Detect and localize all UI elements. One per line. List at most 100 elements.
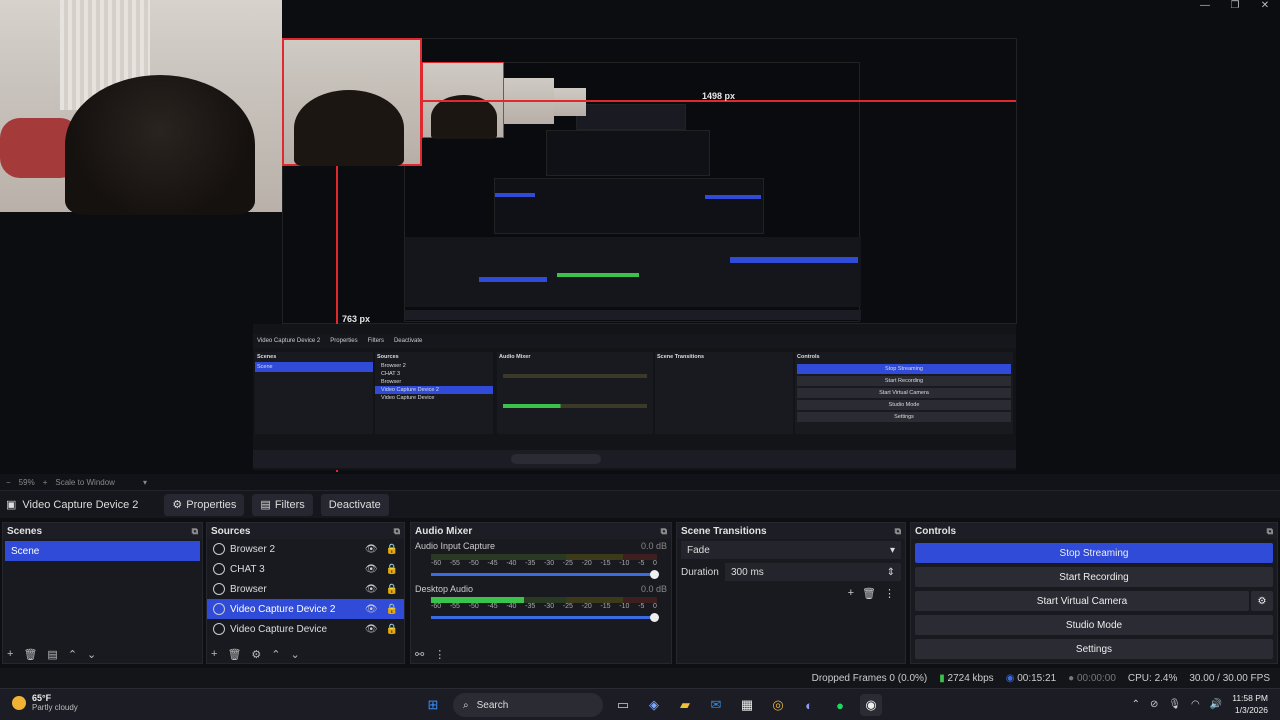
lock-icon[interactable]: 🔒 xyxy=(386,584,398,595)
eye-icon[interactable]: 👁 xyxy=(365,564,378,575)
zoom-out-icon[interactable]: − xyxy=(6,478,11,487)
copilot-icon[interactable]: ◈ xyxy=(643,694,665,716)
windows-start-icon[interactable]: ⊞ xyxy=(422,694,444,716)
context-source: ▣ Video Capture Device 2 xyxy=(6,498,156,512)
nested-filters: Filters xyxy=(367,338,384,344)
taskbar: 65°F Partly cloudy ⊞ ⌕ Search ▭ ◈ ▰ ✉ ▦ ◎… xyxy=(0,688,1280,720)
transition-select[interactable]: Fade ▾ xyxy=(681,541,901,559)
volume-slider[interactable] xyxy=(431,570,659,579)
more-icon[interactable]: ⋮ xyxy=(434,648,445,661)
start-recording-button[interactable]: Start Recording xyxy=(915,567,1273,587)
taskbar-search[interactable]: ⌕ Search xyxy=(453,693,603,717)
store-icon[interactable]: ▦ xyxy=(736,694,758,716)
meter-tick-label: -15 xyxy=(600,560,611,567)
mic-muted-icon[interactable]: ⊘ xyxy=(1150,699,1158,710)
filter-icon[interactable]: ▤ xyxy=(47,648,57,661)
undock-icon[interactable]: ⧉ xyxy=(895,526,901,537)
trash-icon[interactable]: 🗑 xyxy=(862,587,876,600)
meter-tick-label: -25 xyxy=(562,603,573,610)
webcam-copy-1 xyxy=(282,38,422,166)
transition-toolbar: + 🗑 ⋮ xyxy=(677,583,905,604)
eye-icon[interactable]: 👁 xyxy=(365,584,378,595)
add-icon[interactable]: + xyxy=(211,648,217,661)
obs-icon[interactable]: ◉ xyxy=(860,694,882,716)
source-item[interactable]: CHAT 3 👁 🔒 xyxy=(207,559,404,579)
nested-controls-title: Controls xyxy=(797,354,820,360)
link-icon[interactable]: ⚯ xyxy=(415,648,424,661)
nested-context-source: Video Capture Device 2 xyxy=(257,338,321,344)
move-up-icon[interactable]: ⌃ xyxy=(68,648,77,661)
weather-widget[interactable]: 65°F Partly cloudy xyxy=(12,693,78,712)
weather-temp: 65°F xyxy=(32,693,52,703)
move-up-icon[interactable]: ⌃ xyxy=(271,648,280,661)
spotify-icon[interactable]: ● xyxy=(829,694,851,716)
chevron-up-icon[interactable]: ⌃ xyxy=(1132,699,1140,710)
meter-tick-label: -60 xyxy=(431,560,442,567)
deactivate-button[interactable]: Deactivate xyxy=(320,493,389,516)
move-down-icon[interactable]: ⌄ xyxy=(291,648,300,661)
virtual-camera-settings-icon[interactable]: ⚙ xyxy=(1251,591,1273,611)
volume-icon[interactable]: 🔊 xyxy=(1210,699,1222,710)
properties-label: Properties xyxy=(186,498,237,511)
nested-control-5: Settings xyxy=(797,412,1011,422)
partly-cloudy-icon xyxy=(12,695,26,710)
move-down-icon[interactable]: ⌄ xyxy=(87,648,96,661)
file-explorer-icon[interactable]: ▰ xyxy=(674,694,696,716)
sources-title: Sources xyxy=(211,525,251,537)
source-item[interactable]: Browser 👁 🔒 xyxy=(207,579,404,599)
meter-tick-label: 0 xyxy=(653,603,657,610)
filters-label: Filters xyxy=(274,498,305,511)
preview-canvas[interactable]: 1498 px 763 px Video Capture Device 2 Pr… xyxy=(0,0,1280,474)
meter-tick-label: -5 xyxy=(638,603,645,610)
settings-button[interactable]: Settings xyxy=(915,639,1273,659)
eye-icon[interactable]: 👁 xyxy=(365,604,378,615)
undock-icon[interactable]: ⧉ xyxy=(1267,526,1273,537)
mic-icon[interactable]: 🎙 xyxy=(1168,699,1181,710)
source-item-selected[interactable]: Video Capture Device 2 👁 🔒 xyxy=(207,599,404,619)
lock-icon[interactable]: 🔒 xyxy=(386,604,398,615)
undock-icon[interactable]: ⧉ xyxy=(394,526,400,537)
lock-icon[interactable]: 🔒 xyxy=(386,544,398,555)
source-label: Browser xyxy=(230,583,267,595)
lock-icon[interactable]: 🔒 xyxy=(386,624,398,635)
maximize-button[interactable]: ❐ xyxy=(1220,0,1250,14)
source-item[interactable]: Browser 2 👁 🔒 xyxy=(207,539,404,559)
stream-icon: ◉ xyxy=(1005,672,1015,684)
lock-icon[interactable]: 🔒 xyxy=(386,564,398,575)
start-virtual-camera-button[interactable]: Start Virtual Camera xyxy=(915,591,1249,611)
globe-icon xyxy=(213,563,225,575)
gear-icon: ⚙ xyxy=(172,499,183,511)
gear-icon[interactable]: ⚙ xyxy=(251,648,261,661)
height-label: 763 px xyxy=(342,314,371,324)
add-icon[interactable]: + xyxy=(7,648,13,661)
undock-icon[interactable]: ⧉ xyxy=(192,526,198,537)
more-icon[interactable]: ⋮ xyxy=(884,587,895,600)
duration-input[interactable]: 300 ms ⇕ xyxy=(725,563,901,581)
discord-icon[interactable]: ◐ xyxy=(798,694,820,716)
filters-button[interactable]: ▤ Filters xyxy=(252,493,313,516)
channel-db: 0.0 dB xyxy=(640,584,667,594)
minimize-button[interactable]: — xyxy=(1190,0,1220,14)
stepper-icon[interactable]: ⇕ xyxy=(887,567,895,578)
wifi-icon[interactable]: ◠ xyxy=(1191,699,1200,710)
eye-icon[interactable]: 👁 xyxy=(365,544,378,555)
trash-icon[interactable]: 🗑 xyxy=(23,648,37,661)
stop-streaming-button[interactable]: Stop Streaming xyxy=(915,543,1273,563)
task-view-icon[interactable]: ▭ xyxy=(612,694,634,716)
outlook-icon[interactable]: ✉ xyxy=(705,694,727,716)
add-icon[interactable]: + xyxy=(848,587,854,600)
mixer-channel-1: Audio Input Capture 0.0 dB -60 -55 -50 -45 -4… xyxy=(411,539,671,579)
zoom-in-icon[interactable]: + xyxy=(43,478,48,487)
trash-icon[interactable]: 🗑 xyxy=(227,648,241,661)
eye-icon[interactable]: 👁 xyxy=(365,624,378,635)
chrome-icon[interactable]: ◎ xyxy=(767,694,789,716)
source-item[interactable]: Video Capture Device 👁 🔒 xyxy=(207,619,404,639)
properties-button[interactable]: ⚙ Properties xyxy=(164,493,245,516)
close-button[interactable]: ✕ xyxy=(1250,0,1280,14)
volume-slider[interactable] xyxy=(431,613,659,622)
undock-icon[interactable]: ⧉ xyxy=(661,526,667,537)
zoom-dropdown-icon[interactable]: ▾ xyxy=(143,478,147,487)
scene-item[interactable]: Scene xyxy=(5,541,200,561)
studio-mode-button[interactable]: Studio Mode xyxy=(915,615,1273,635)
clock[interactable]: 11:58 PM 1/3/2026 xyxy=(1232,692,1268,716)
